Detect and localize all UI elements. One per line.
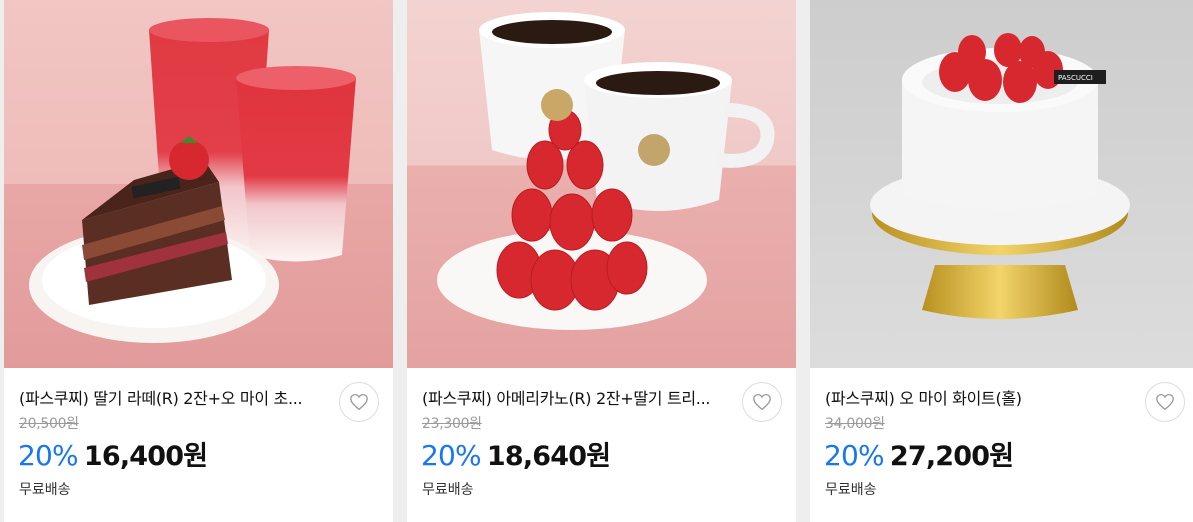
wishlist-button[interactable] bbox=[339, 382, 379, 422]
product-image[interactable]: PASCUCCI bbox=[810, 0, 1193, 368]
wishlist-button[interactable] bbox=[1145, 382, 1185, 422]
product-image[interactable] bbox=[407, 0, 796, 368]
americano-strawberry-tree-illustration bbox=[407, 0, 796, 368]
original-price: 34,000원 bbox=[825, 416, 885, 432]
shipping-label: 무료배송 bbox=[19, 482, 71, 498]
price-row: 20% 27,200원 bbox=[824, 434, 1014, 473]
price-row: 20% 18,640원 bbox=[421, 434, 611, 473]
product-card[interactable]: (파스쿠찌) 아메리카노(R) 2잔+딸기 트리... 23,300원 20% … bbox=[407, 0, 796, 522]
product-card[interactable]: (파스쿠찌) 딸기 라떼(R) 2잔+오 마이 초... 20,500원 20%… bbox=[4, 0, 393, 522]
product-card[interactable]: PASCUCCI (파스쿠찌) 오 마이 화이트(홀) 34,000원 20% … bbox=[810, 0, 1193, 522]
original-price: 23,300원 bbox=[422, 416, 482, 432]
shipping-label: 무료배송 bbox=[825, 482, 877, 498]
discount-rate: 20% bbox=[421, 439, 482, 472]
sale-price: 27,200원 bbox=[889, 441, 1014, 472]
svg-text:PASCUCCI: PASCUCCI bbox=[1058, 74, 1093, 82]
white-cake-illustration: PASCUCCI bbox=[810, 0, 1193, 368]
product-title[interactable]: (파스쿠찌) 오 마이 화이트(홀) bbox=[825, 385, 1125, 409]
discount-rate: 20% bbox=[18, 439, 79, 472]
original-price: 20,500원 bbox=[19, 416, 79, 432]
heart-outline-icon bbox=[753, 393, 771, 411]
heart-outline-icon bbox=[1156, 393, 1174, 411]
product-title[interactable]: (파스쿠찌) 딸기 라떼(R) 2잔+오 마이 초... bbox=[19, 385, 319, 409]
sale-price: 18,640원 bbox=[486, 441, 611, 472]
price-row: 20% 16,400원 bbox=[18, 434, 208, 473]
wishlist-button[interactable] bbox=[742, 382, 782, 422]
discount-rate: 20% bbox=[824, 439, 885, 472]
heart-outline-icon bbox=[350, 393, 368, 411]
shipping-label: 무료배송 bbox=[422, 482, 474, 498]
product-image[interactable] bbox=[4, 0, 393, 368]
strawberry-latte-cake-illustration bbox=[4, 0, 393, 368]
sale-price: 16,400원 bbox=[83, 441, 208, 472]
product-title[interactable]: (파스쿠찌) 아메리카노(R) 2잔+딸기 트리... bbox=[422, 385, 722, 409]
